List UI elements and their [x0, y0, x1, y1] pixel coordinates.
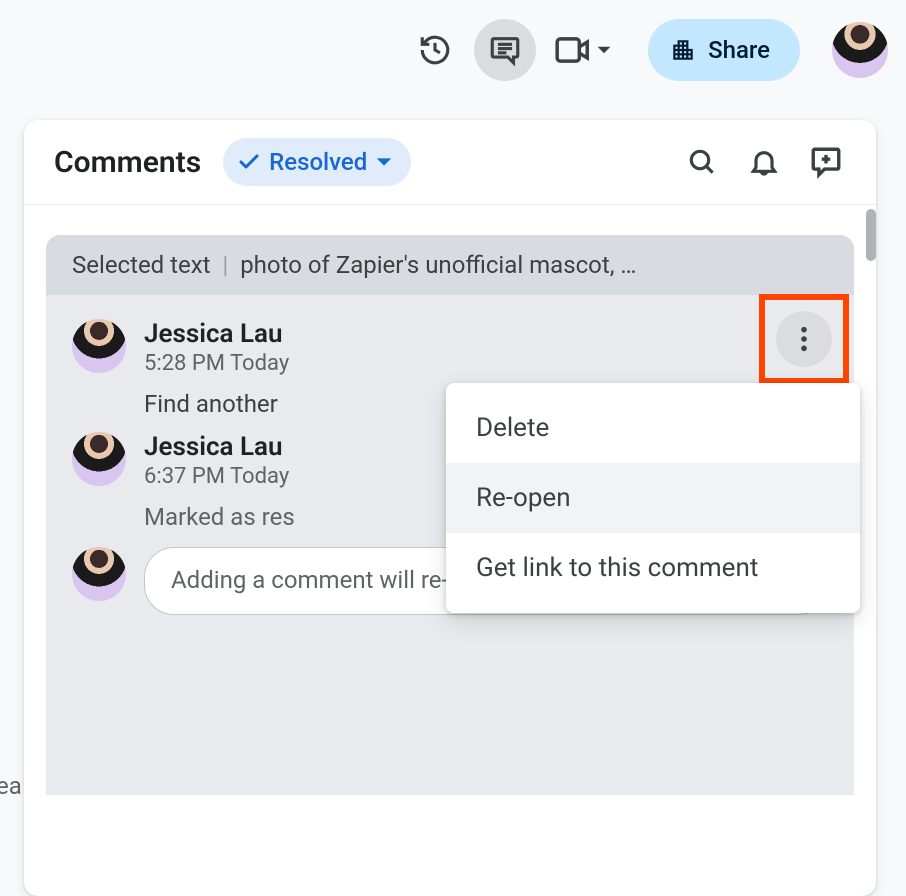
comment-timestamp: 5:28 PM Today — [144, 351, 828, 376]
caret-down-icon — [596, 42, 612, 58]
menu-item-reopen[interactable]: Re-open — [446, 463, 860, 533]
open-comments-button[interactable] — [474, 19, 536, 81]
background-text-fragment: ea — [0, 772, 22, 800]
commenter-avatar[interactable] — [72, 319, 126, 373]
bell-icon — [748, 146, 780, 178]
caret-down-icon — [375, 153, 393, 171]
selected-text-context: Selected text | photo of Zapier's unoffi… — [46, 235, 854, 295]
comments-panel-body: Selected text | photo of Zapier's unoffi… — [24, 205, 876, 896]
commenter-avatar[interactable] — [72, 432, 126, 486]
current-user-avatar[interactable] — [72, 547, 126, 601]
check-icon — [237, 150, 261, 174]
history-icon — [418, 33, 452, 67]
account-avatar[interactable] — [832, 22, 888, 78]
scrollbar-thumb[interactable] — [866, 209, 876, 261]
comment-item: Jessica Lau 5:28 PM Today Find another D… — [46, 295, 854, 428]
meet-dropdown[interactable] — [554, 35, 612, 65]
comment-icon — [488, 33, 522, 67]
comments-title: Comments — [54, 145, 201, 180]
add-comment-icon — [809, 145, 843, 179]
notifications-button[interactable] — [740, 138, 788, 186]
menu-item-delete[interactable]: Delete — [446, 393, 860, 463]
comment-thread-card: Selected text | photo of Zapier's unoffi… — [46, 235, 854, 795]
menu-item-get-link[interactable]: Get link to this comment — [446, 533, 860, 603]
add-comment-button[interactable] — [802, 138, 850, 186]
comments-filter-dropdown[interactable]: Resolved — [223, 138, 411, 186]
share-button[interactable]: Share — [648, 19, 800, 81]
top-toolbar: Share — [0, 0, 906, 100]
video-icon — [554, 35, 592, 65]
search-comments-button[interactable] — [678, 138, 726, 186]
share-label: Share — [708, 36, 770, 64]
version-history-button[interactable] — [404, 19, 466, 81]
more-vert-icon — [800, 325, 808, 353]
comment-actions-menu: Delete Re-open Get link to this comment — [446, 383, 860, 613]
comment-more-button[interactable] — [776, 311, 832, 367]
filter-label: Resolved — [269, 148, 367, 176]
comment-author: Jessica Lau — [144, 319, 828, 349]
comments-panel-header: Comments Resolved — [24, 120, 876, 205]
search-icon — [686, 146, 718, 178]
comments-panel: Comments Resolved Selected text | photo … — [24, 120, 876, 896]
domain-icon — [670, 37, 696, 63]
